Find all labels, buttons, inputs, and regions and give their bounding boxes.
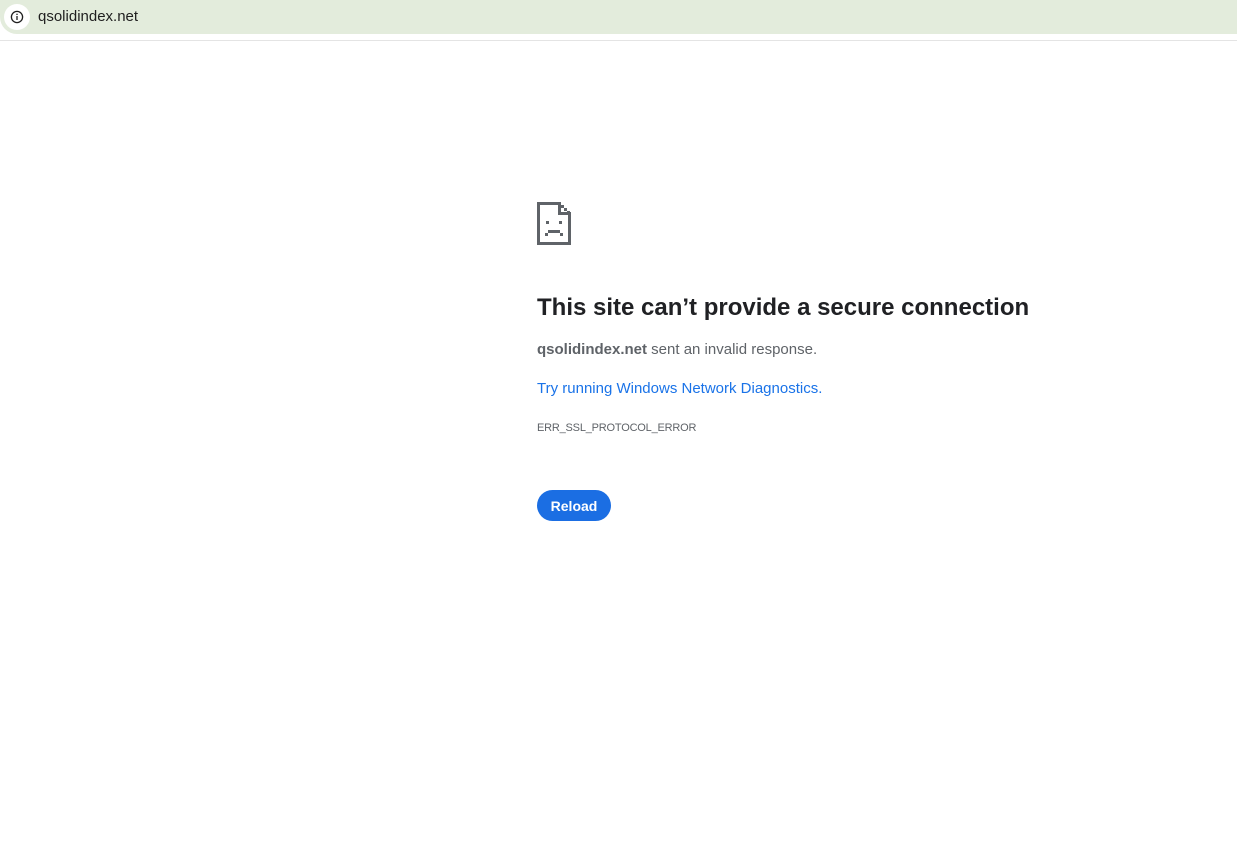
info-icon [10, 10, 24, 24]
error-summary: qsolidindex.net sent an invalid response… [537, 341, 817, 359]
error-headline: This site can’t provide a secure connect… [537, 294, 1030, 321]
network-diagnostics-link[interactable]: Try running Windows Network Diagnostics. [537, 380, 822, 398]
address-bar[interactable]: qsolidindex.net [0, 0, 1237, 34]
summary-host: qsolidindex.net [537, 341, 648, 358]
toolbar-divider [0, 40, 1237, 41]
sad-document-icon [537, 202, 571, 245]
reload-button[interactable]: Reload [537, 490, 611, 521]
site-info-button[interactable] [4, 4, 30, 30]
error-code: ERR_SSL_PROTOCOL_ERROR [537, 422, 697, 434]
url-text[interactable]: qsolidindex.net [38, 8, 138, 26]
summary-text: sent an invalid response. [647, 341, 818, 358]
